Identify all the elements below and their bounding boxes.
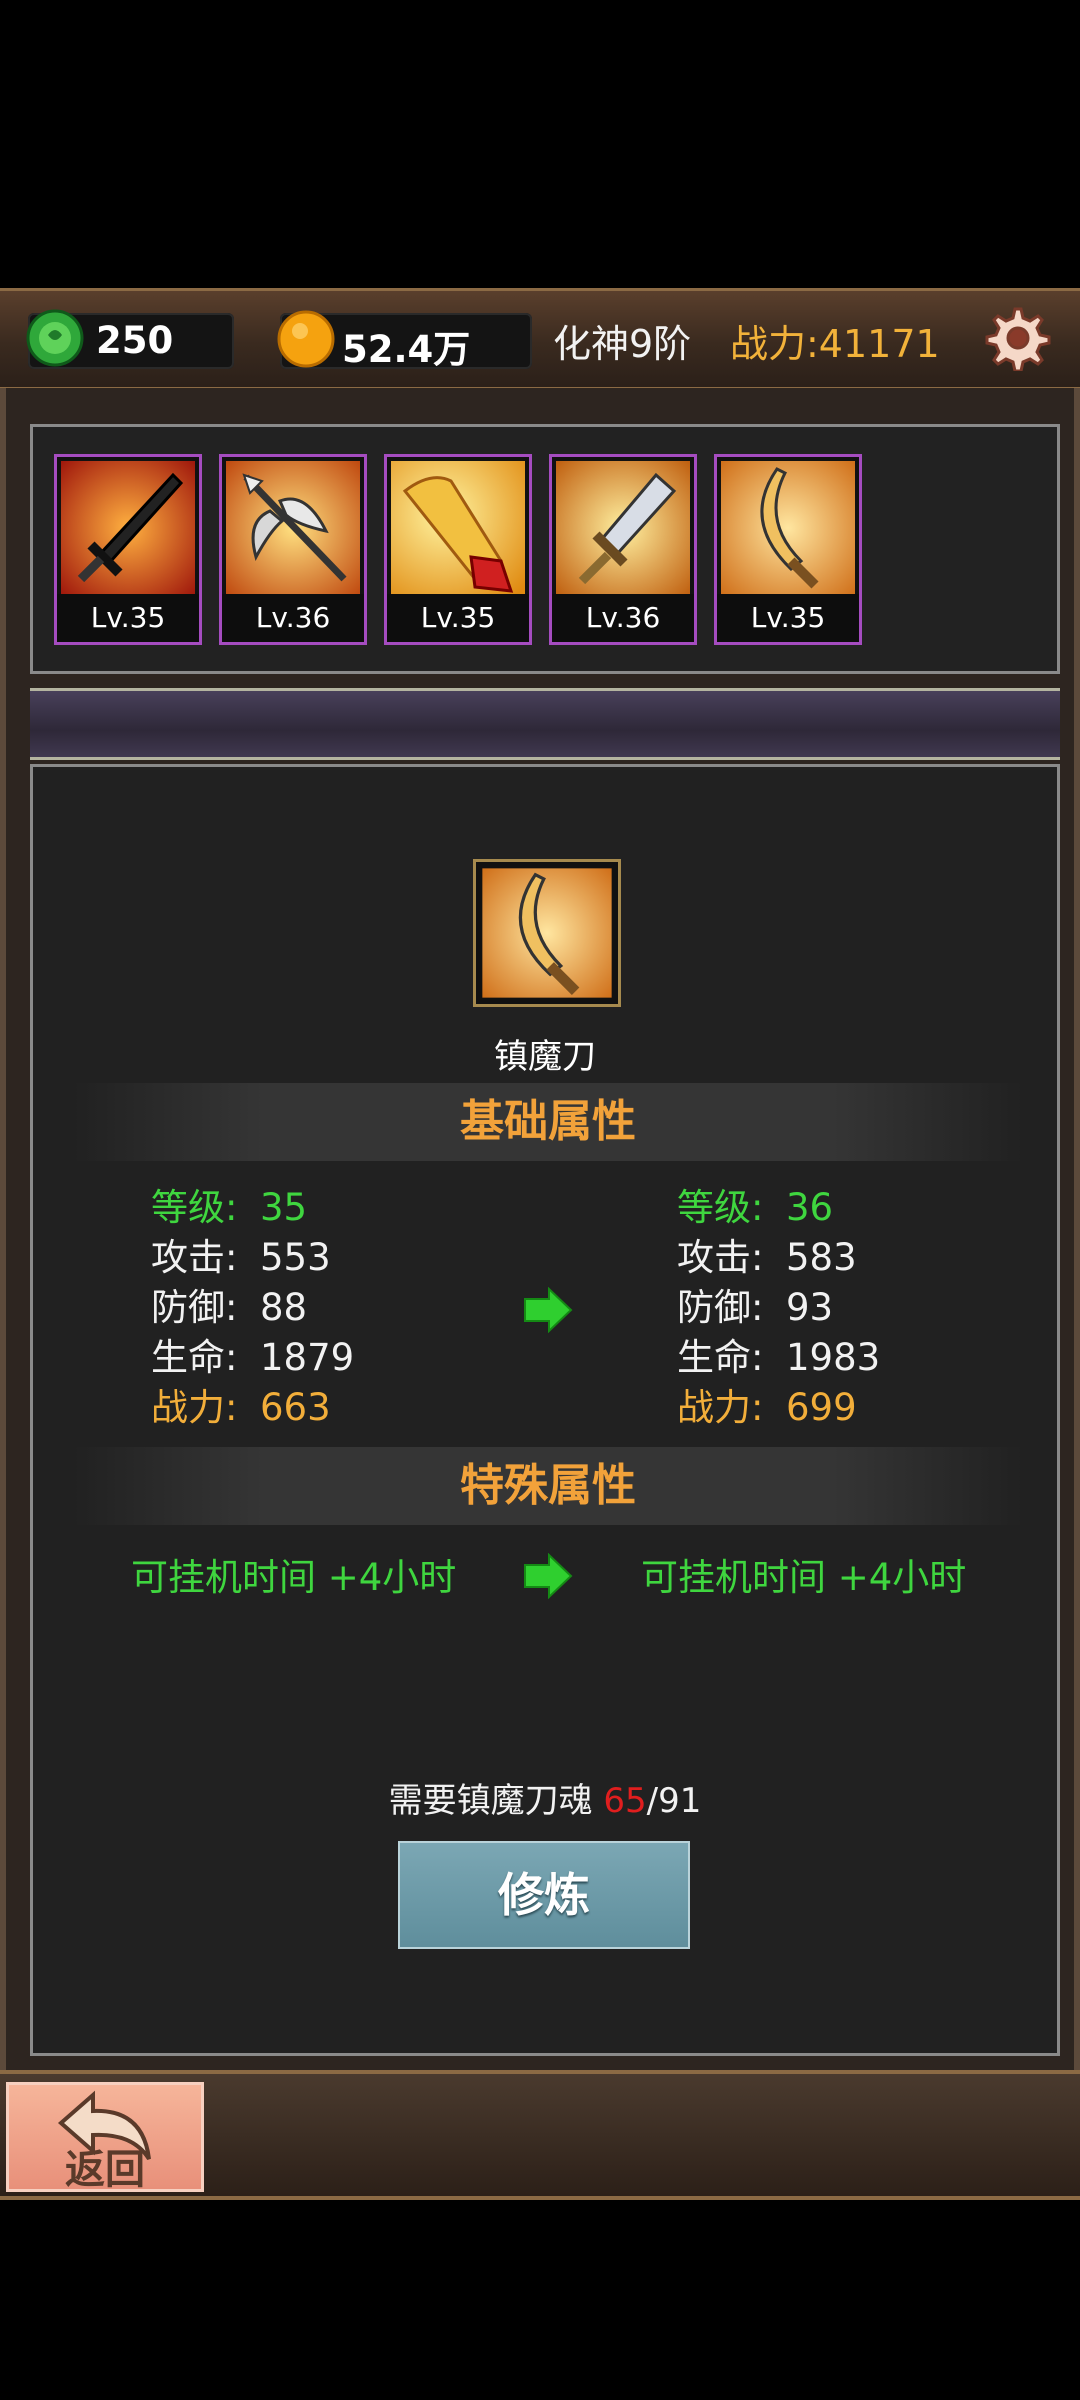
curved-blade-icon xyxy=(721,461,855,595)
weapon-level: Lv.35 xyxy=(717,594,859,642)
gear-icon[interactable] xyxy=(985,305,1051,371)
top-resource-bar: 250 52.4万 化神9阶 战力:41171 xyxy=(0,288,1080,390)
next-defense: 93 xyxy=(786,1286,834,1329)
divider-banner xyxy=(30,688,1060,760)
realm-label: 化神9阶 xyxy=(553,322,692,366)
next-power: 699 xyxy=(786,1386,857,1429)
jade-count: 250 xyxy=(96,319,174,362)
item-name: 镇魔刀 xyxy=(494,1037,596,1077)
next-level-row: 等级: 36 xyxy=(677,1186,834,1229)
weapon-slot[interactable]: Lv.35 xyxy=(714,454,862,645)
back-label: 返回 xyxy=(65,2147,145,2193)
current-power: 663 xyxy=(260,1386,331,1429)
weapon-level: Lv.36 xyxy=(222,594,364,642)
weapon-screen: Lv.35 Lv.36 Lv.35 Lv.36 Lv.35 镇魔刀 基础属性 等… xyxy=(0,388,1080,2070)
next-hp: 1983 xyxy=(786,1336,881,1379)
current-attack: 553 xyxy=(260,1236,331,1279)
upgrade-detail-panel: 镇魔刀 基础属性 等级: 35 攻击: 553 防御: 88 生命: 1879 战力: 6… xyxy=(30,764,1060,2056)
arrow-right-icon xyxy=(524,1553,573,1599)
weapon-level: Lv.36 xyxy=(552,594,694,642)
material-requirement: 需要镇魔刀魂 65/91 xyxy=(388,1781,702,1821)
bottom-bar: 返回 xyxy=(0,2070,1080,2200)
basic-attributes-heading: 基础属性 xyxy=(73,1083,1023,1161)
weapon-slot[interactable]: Lv.36 xyxy=(549,454,697,645)
arrow-right-icon xyxy=(524,1287,573,1333)
next-attack: 583 xyxy=(786,1236,857,1279)
curved-blade-icon xyxy=(482,868,612,998)
halberd-icon xyxy=(226,461,360,595)
weapon-slot[interactable]: Lv.36 xyxy=(219,454,367,645)
weapon-slot[interactable]: Lv.35 xyxy=(384,454,532,645)
current-level: 35 xyxy=(260,1186,308,1229)
current-power-row: 战力: 663 xyxy=(151,1386,331,1429)
selected-weapon-icon xyxy=(473,859,621,1007)
jade-resource: 250 xyxy=(26,309,234,369)
weapon-level: Lv.35 xyxy=(387,594,529,642)
total-power: 战力:41171 xyxy=(730,322,940,366)
horn-icon xyxy=(391,461,525,595)
gold-resource: 52.4万 xyxy=(277,310,532,371)
broadsword-icon xyxy=(556,461,690,595)
current-special-attribute: 可挂机时间 +4小时 xyxy=(131,1556,457,1599)
jade-icon xyxy=(26,309,84,367)
next-hp-row: 生命: 1983 xyxy=(677,1336,881,1379)
material-owned: 65 xyxy=(603,1781,647,1821)
weapon-level: Lv.35 xyxy=(57,594,199,642)
current-defense-row: 防御: 88 xyxy=(151,1286,308,1329)
weapon-list-panel: Lv.35 Lv.36 Lv.35 Lv.36 Lv.35 xyxy=(30,424,1060,674)
dark-sword-icon xyxy=(61,461,195,595)
material-required: /91 xyxy=(646,1781,702,1821)
current-hp: 1879 xyxy=(260,1336,355,1379)
current-attack-row: 攻击: 553 xyxy=(151,1236,331,1279)
gold-coin-icon xyxy=(277,310,335,368)
next-attack-row: 攻击: 583 xyxy=(677,1236,857,1279)
special-attributes-heading: 特殊属性 xyxy=(73,1447,1023,1525)
next-power-row: 战力: 699 xyxy=(677,1386,857,1429)
train-button[interactable]: 修炼 xyxy=(398,1841,690,1949)
next-level: 36 xyxy=(786,1186,834,1229)
back-button[interactable]: 返回 xyxy=(6,2082,204,2193)
gold-amount: 52.4万 xyxy=(342,328,471,371)
weapon-slot[interactable]: Lv.35 xyxy=(54,454,202,645)
current-level-row: 等级: 35 xyxy=(151,1186,308,1229)
current-defense: 88 xyxy=(260,1286,308,1329)
next-defense-row: 防御: 93 xyxy=(677,1286,834,1329)
current-hp-row: 生命: 1879 xyxy=(151,1336,355,1379)
next-special-attribute: 可挂机时间 +4小时 xyxy=(641,1556,967,1599)
